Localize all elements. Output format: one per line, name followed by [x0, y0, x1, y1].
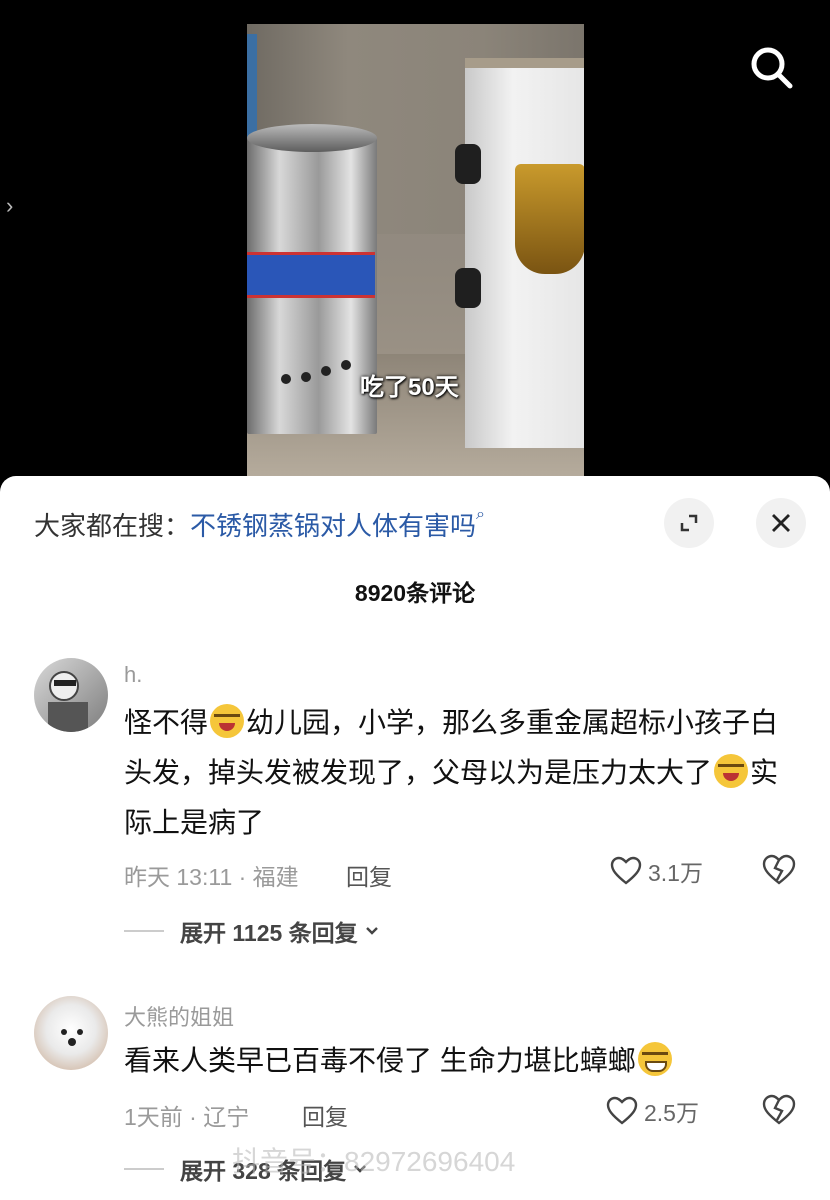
close-button[interactable] — [756, 498, 806, 548]
avatar[interactable] — [34, 996, 108, 1070]
video-caption: 吃了50天 — [360, 374, 459, 401]
watermark: 抖音号：82972696404 — [232, 1146, 516, 1177]
dislike-button[interactable] — [762, 1094, 796, 1131]
search-small-icon: ⌕ — [476, 506, 485, 523]
heart-icon — [610, 856, 642, 885]
reply-button[interactable]: 回复 — [346, 858, 392, 892]
comment-time-location: 1天前 · 辽宁 — [124, 1104, 250, 1130]
crying-laughing-emoji-icon — [210, 704, 245, 738]
video-knob — [301, 372, 311, 382]
grin-sweat-emoji-icon — [637, 1042, 672, 1076]
search-icon — [751, 47, 793, 89]
video-frame[interactable] — [247, 24, 584, 476]
video-brand-badge — [515, 164, 584, 274]
video-pot-rim — [247, 124, 377, 152]
dislike-button[interactable] — [762, 854, 796, 891]
search-button[interactable] — [748, 44, 796, 92]
video-pot-label — [247, 252, 375, 298]
video-steamer-handle — [455, 268, 481, 308]
expand-icon — [680, 514, 698, 532]
comment-text-part: 怪不得 — [124, 707, 209, 738]
close-icon — [772, 514, 790, 532]
video-player[interactable]: 吃了50天 › — [0, 0, 830, 500]
broken-heart-icon — [762, 1094, 796, 1125]
video-steamer-handle — [455, 144, 481, 184]
expand-replies-button[interactable]: 展开 1125 条回复 — [124, 914, 382, 948]
comment-text: 看来人类早已百毒不侵了 生命力堪比蟑螂 — [124, 1036, 794, 1086]
comments-count: 8920条评论 — [354, 580, 476, 606]
video-knob — [321, 366, 331, 376]
crying-laughing-emoji-icon — [714, 754, 749, 788]
chevron-right-icon[interactable]: › — [6, 193, 13, 219]
hot-search-prefix: 大家都在搜： — [34, 511, 191, 541]
expand-replies-label: 展开 1125 条回复 — [180, 920, 358, 946]
like-button[interactable]: 3.1万 — [610, 854, 703, 888]
like-button[interactable]: 2.5万 — [606, 1094, 699, 1128]
avatar-image — [61, 1029, 83, 1046]
comment-text: 怪不得 幼儿园，小学，那么多重金属超标小孩子白头发，掉头发被发现了，父母以为是压力… — [124, 698, 794, 848]
avatar[interactable] — [34, 658, 108, 732]
reply-button[interactable]: 回复 — [302, 1098, 348, 1132]
comment-text-part: 看来人类早已百毒不侵了 生命力堪比蟑螂 — [124, 1045, 636, 1076]
like-count: 3.1万 — [648, 860, 703, 886]
expand-sheet-button[interactable] — [664, 498, 714, 548]
like-count: 2.5万 — [644, 1100, 699, 1126]
comment-username[interactable]: 大熊的姐姐 — [124, 1000, 234, 1032]
broken-heart-icon — [762, 854, 796, 885]
avatar-image — [48, 671, 88, 732]
hot-search-query[interactable]: 不锈钢蒸锅对人体有害吗 — [190, 511, 476, 541]
heart-icon — [606, 1096, 638, 1125]
comment-username[interactable]: h. — [124, 662, 142, 688]
hot-search-bar[interactable]: 大家都在搜：不锈钢蒸锅对人体有害吗⌕ — [34, 506, 485, 543]
chevron-down-icon — [365, 927, 378, 935]
comment-time-location: 昨天 13:11 · 福建 — [124, 864, 299, 890]
video-knob — [281, 374, 291, 384]
divider-line — [124, 930, 164, 932]
divider-line — [124, 1168, 164, 1170]
video-knob — [341, 360, 351, 370]
